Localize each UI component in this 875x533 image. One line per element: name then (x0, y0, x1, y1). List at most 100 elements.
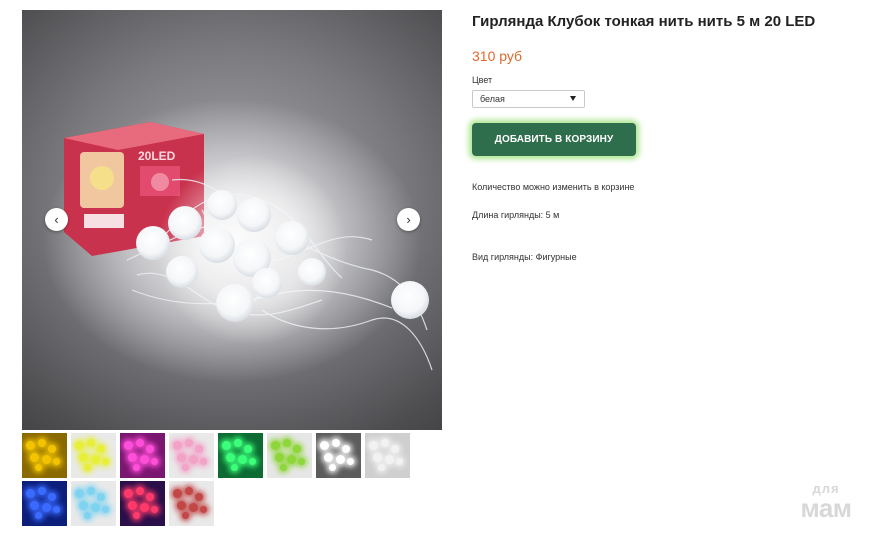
garland-bulb (34, 463, 42, 471)
garland-bulb (41, 502, 51, 512)
thumbnail[interactable] (218, 433, 263, 478)
garland-bulb (29, 500, 39, 510)
garland-bulb (248, 457, 256, 465)
garland-bulb (87, 487, 95, 495)
garland-bulb (74, 488, 84, 498)
garland-bulb (244, 445, 252, 453)
garland-bulb (83, 463, 91, 471)
color-label: Цвет (472, 75, 493, 85)
garland-bulb (25, 488, 35, 498)
garland-bulb (38, 439, 46, 447)
garland-bulb (323, 452, 333, 462)
thumbnail[interactable] (365, 433, 410, 478)
garland-bulb (78, 452, 88, 462)
garland-bulb (368, 440, 378, 450)
garland-bulb (195, 445, 203, 453)
thumbnail[interactable] (120, 433, 165, 478)
chevron-right-icon: › (406, 212, 411, 227)
garland-bulb (48, 493, 56, 501)
watermark-logo: для мам (800, 481, 852, 523)
thumbnail[interactable] (169, 433, 214, 478)
garland-bulb (41, 454, 51, 464)
garland-bulb (123, 440, 133, 450)
garland-bulb (87, 439, 95, 447)
quantity-note: Количество можно изменить в корзине (472, 182, 635, 192)
svg-text:20LED: 20LED (138, 149, 176, 163)
garland-bulb (136, 487, 144, 495)
thumbnail[interactable] (71, 481, 116, 526)
product-title: Гирлянда Клубок тонкая нить нить 5 м 20 … (472, 13, 816, 30)
garland-bulb (52, 505, 60, 513)
garland-bulb (328, 463, 336, 471)
garland-bulb (319, 440, 329, 450)
garland-bulb (34, 511, 42, 519)
thumbnail[interactable] (120, 481, 165, 526)
garland-bulb (391, 445, 399, 453)
thumbnail[interactable] (22, 433, 67, 478)
garland-bulb (52, 457, 60, 465)
thumbnail[interactable] (169, 481, 214, 526)
garland-bulb (139, 502, 149, 512)
garland-bulb (123, 488, 133, 498)
garland-bulb (176, 452, 186, 462)
garland-bulb (188, 502, 198, 512)
garland-bulb (384, 454, 394, 464)
garland-bulb (146, 445, 154, 453)
add-to-cart-button[interactable]: ДОБАВИТЬ В КОРЗИНУ (472, 123, 636, 156)
garland-bulb (97, 445, 105, 453)
garland-bulb (225, 452, 235, 462)
garland-bulb (132, 511, 140, 519)
garland-bulb (279, 463, 287, 471)
garland-bulb (78, 500, 88, 510)
garland-bulb (283, 439, 291, 447)
garland-bulb (48, 445, 56, 453)
garland-bulb (185, 439, 193, 447)
chevron-left-icon: ‹ (54, 212, 59, 227)
next-image-button[interactable]: › (397, 208, 420, 231)
previous-image-button[interactable]: ‹ (45, 208, 68, 231)
garland-bulb (286, 454, 296, 464)
garland-bulb (101, 505, 109, 513)
garland-bulb (195, 493, 203, 501)
color-select-value: белая (480, 94, 505, 104)
garland-bulb (127, 452, 137, 462)
garland-bulb (181, 463, 189, 471)
garland-bulb (185, 487, 193, 495)
garland-bulb (146, 493, 154, 501)
garland-type: Вид гирлянды: Фигурные (472, 252, 577, 262)
garland-bulb (199, 457, 207, 465)
garland-bulb (234, 439, 242, 447)
garland-bulb (132, 463, 140, 471)
garland-bulb (150, 505, 158, 513)
garland-bulb (332, 439, 340, 447)
garland-bulb (188, 454, 198, 464)
garland-bulb (381, 439, 389, 447)
garland-bulb (25, 440, 35, 450)
garland-bulb (377, 463, 385, 471)
thumbnail[interactable] (22, 481, 67, 526)
garland-bulb (83, 511, 91, 519)
garland-bulb (172, 488, 182, 498)
main-product-image[interactable]: 20LED ‹ › (22, 10, 442, 430)
garland-bulb (181, 511, 189, 519)
garland-bulb (136, 439, 144, 447)
garland-bulb (372, 452, 382, 462)
garland-bulb (199, 505, 207, 513)
garland-photo: 20LED (64, 122, 433, 371)
garland-bulb (74, 440, 84, 450)
garland-length: Длина гирлянды: 5 м (472, 210, 560, 220)
garland-bulb (172, 440, 182, 450)
garland-bulb (29, 452, 39, 462)
thumbnail[interactable] (71, 433, 116, 478)
garland-bulb (395, 457, 403, 465)
garland-bulb (38, 487, 46, 495)
thumbnail[interactable] (267, 433, 312, 478)
garland-bulb (293, 445, 301, 453)
garland-bulb (297, 457, 305, 465)
garland-bulb (127, 500, 137, 510)
color-select[interactable]: белая (472, 90, 585, 108)
garland-bulb (237, 454, 247, 464)
garland-bulb (230, 463, 238, 471)
caret-down-icon (570, 96, 576, 101)
thumbnail[interactable] (316, 433, 361, 478)
